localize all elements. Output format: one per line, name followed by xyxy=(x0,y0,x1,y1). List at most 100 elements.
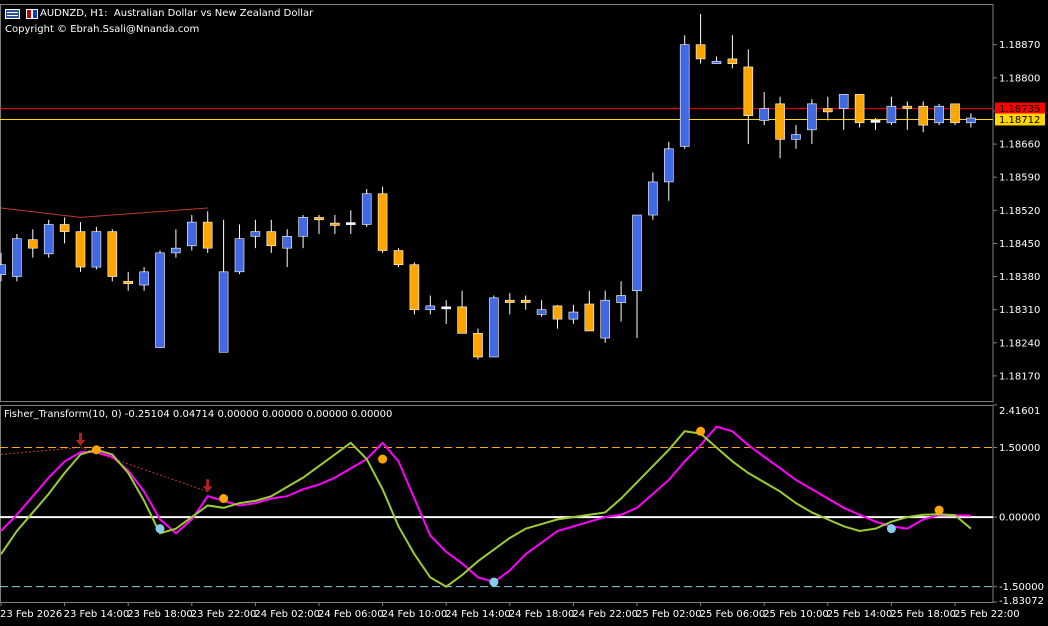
candle-body xyxy=(918,105,929,126)
time-axis-label: 23 Feb 2026 xyxy=(0,609,62,620)
price-axis-label: 1.18660 xyxy=(999,140,1040,151)
candle-body xyxy=(27,239,38,249)
candle-body xyxy=(679,44,690,147)
time-axis-label: 23 Feb 18:00 xyxy=(127,609,193,620)
candle-body xyxy=(12,238,22,277)
candle-body xyxy=(187,221,197,247)
symbol-description: Australian Dollar vs New Zealand Dollar xyxy=(113,8,314,19)
candle-body xyxy=(838,94,849,109)
candle-body xyxy=(441,306,452,310)
candle-body xyxy=(775,103,785,140)
candle-body xyxy=(345,222,356,225)
candle-body xyxy=(361,193,372,225)
candle-body xyxy=(425,305,436,310)
one-click-trading-icon[interactable] xyxy=(26,9,38,19)
header-sep: , xyxy=(83,8,88,19)
chart-menu-icon[interactable] xyxy=(5,9,20,19)
candle-body xyxy=(393,250,404,266)
price-axis-label: 1.18870 xyxy=(999,40,1040,51)
timeframe: H1 xyxy=(90,8,105,19)
chart-header: AUDNZD, H1: Australian Dollar vs New Zea… xyxy=(26,8,313,19)
candle-body xyxy=(282,236,293,249)
time-axis-label: 25 Feb 10:00 xyxy=(763,609,829,620)
candle-body xyxy=(107,231,118,277)
main-trendline xyxy=(0,207,208,218)
time-axis-label: 25 Feb 18:00 xyxy=(890,609,956,620)
price-axis-label: 1.18800 xyxy=(999,73,1040,84)
candle-body xyxy=(759,108,770,121)
price-label-text: 1.18712 xyxy=(999,115,1040,126)
candle-body xyxy=(934,105,944,124)
time-axis-label: 25 Feb 22:00 xyxy=(954,609,1020,620)
chart-canvas[interactable]: 1.18170 1.18240 1.18310 1.18380 1.18450 1.185… xyxy=(0,0,1048,622)
candle-body xyxy=(616,295,626,303)
time-axis-label: 25 Feb 06:00 xyxy=(700,609,766,620)
candle-body xyxy=(171,247,181,254)
indicator-axis-label: -1.50000 xyxy=(999,582,1044,593)
candle-body xyxy=(822,108,833,113)
buy-signal-dot xyxy=(886,524,896,534)
candle-body xyxy=(155,252,165,348)
indicator-axis-label: 0.00000 xyxy=(999,513,1040,524)
sell-signal-dot xyxy=(378,454,388,464)
price-axis-label: 1.18520 xyxy=(999,206,1040,217)
indicator-plot-frame xyxy=(0,405,994,603)
candle-body xyxy=(552,305,563,320)
time-axis-label: 25 Feb 02:00 xyxy=(636,609,702,620)
candle-body xyxy=(504,299,515,303)
time-axis-label: 24 Feb 02:00 xyxy=(254,609,320,620)
candle-body xyxy=(218,271,229,353)
time-axis-label: 25 Feb 14:00 xyxy=(827,609,893,620)
indicator-axis-label: 2.41601 xyxy=(999,406,1040,417)
candle-body xyxy=(568,311,579,320)
candle-body xyxy=(298,217,308,237)
candle-body xyxy=(711,60,722,64)
candle-body xyxy=(648,181,658,216)
candle-body xyxy=(330,222,340,226)
candle-body xyxy=(695,44,706,60)
price-axis-label: 1.18310 xyxy=(999,305,1040,316)
sell-signal-dot xyxy=(219,494,229,504)
candle-body xyxy=(791,134,801,140)
sell-signal-dot xyxy=(696,426,706,436)
candle-body xyxy=(377,193,388,251)
candle-body xyxy=(950,103,960,124)
candle-body xyxy=(473,333,483,358)
candle-body xyxy=(266,231,277,247)
candle-body xyxy=(250,231,261,237)
candle-body xyxy=(632,214,642,292)
copyright-text: Copyright © Ebrah.Ssali@Nnanda.com xyxy=(5,24,200,35)
candle-body xyxy=(43,224,54,255)
time-axis-label: 24 Feb 10:00 xyxy=(382,609,448,620)
candle-body xyxy=(0,264,6,275)
candle-body xyxy=(234,238,245,273)
price-axis-label: 1.18380 xyxy=(999,272,1040,283)
buy-signal-dot xyxy=(155,524,165,534)
price-label-text: 1.18735 xyxy=(999,104,1040,115)
candle-body xyxy=(600,299,611,339)
time-axis-label: 24 Feb 06:00 xyxy=(318,609,384,620)
price-axis-label: 1.18450 xyxy=(999,239,1040,250)
candle-body xyxy=(743,66,754,116)
candle-body xyxy=(807,103,817,131)
candle-body xyxy=(870,120,881,123)
candle-body xyxy=(902,105,913,109)
chart-window[interactable]: 1.18170 1.18240 1.18310 1.18380 1.18450 1.185… xyxy=(0,0,1048,622)
candle-body xyxy=(727,58,738,64)
candle-body xyxy=(409,264,420,310)
candle-body xyxy=(886,105,897,124)
candle-body xyxy=(139,271,149,286)
candle-body xyxy=(314,217,324,221)
time-axis-label: 23 Feb 14:00 xyxy=(64,609,130,620)
candle-body xyxy=(489,297,499,358)
candle-body xyxy=(123,280,133,284)
time-axis-label: 24 Feb 22:00 xyxy=(572,609,638,620)
price-axis-label: 1.18240 xyxy=(999,338,1040,349)
time-axis-label: 23 Feb 22:00 xyxy=(191,609,257,620)
symbol: AUDNZD xyxy=(40,8,84,19)
indicator-axis-label: 1.50000 xyxy=(999,443,1040,454)
candle-body xyxy=(854,94,865,124)
buy-signal-dot xyxy=(489,577,499,587)
candle-body xyxy=(91,231,102,268)
candle-body xyxy=(75,231,86,268)
